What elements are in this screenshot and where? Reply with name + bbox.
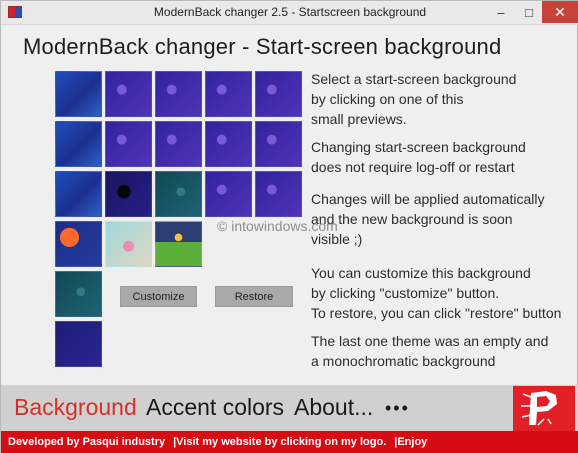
description-select: Select a start-screen background by click… bbox=[311, 71, 517, 127]
background-tile[interactable] bbox=[155, 121, 202, 167]
background-tile[interactable] bbox=[205, 121, 252, 167]
background-tile[interactable] bbox=[105, 121, 152, 167]
footer-visit-site[interactable]: Visit my website by clicking on my logo. bbox=[176, 436, 386, 448]
footer-enjoy: Enjoy bbox=[397, 436, 428, 448]
tab-accent-colors[interactable]: Accent colors bbox=[146, 394, 284, 421]
footer-developed-by: Developed by Pasqui industry bbox=[8, 436, 166, 448]
background-tile[interactable] bbox=[105, 221, 152, 267]
background-tile[interactable] bbox=[55, 271, 102, 317]
description-last-theme: The last one theme was an empty and a mon… bbox=[311, 333, 549, 369]
background-tile[interactable] bbox=[55, 121, 102, 167]
background-tile[interactable] bbox=[205, 171, 252, 217]
maximize-button[interactable]: □ bbox=[515, 1, 543, 23]
background-tile[interactable] bbox=[155, 171, 202, 217]
minimize-icon: – bbox=[497, 4, 505, 20]
background-tile[interactable] bbox=[155, 71, 202, 117]
maximize-icon: □ bbox=[525, 4, 533, 20]
page-title: ModernBack changer - Start-screen backgr… bbox=[23, 34, 502, 59]
close-icon: ✕ bbox=[554, 3, 566, 20]
title-bar[interactable]: ModernBack changer 2.5 - Startscreen bac… bbox=[1, 1, 578, 25]
customize-button[interactable]: Customize bbox=[120, 286, 197, 307]
background-tile[interactable] bbox=[255, 171, 302, 217]
restore-button[interactable]: Restore bbox=[215, 286, 293, 307]
more-options-button[interactable]: ••• bbox=[385, 398, 410, 419]
background-tile[interactable] bbox=[105, 71, 152, 117]
background-tile[interactable] bbox=[255, 121, 302, 167]
developer-logo[interactable] bbox=[513, 386, 575, 431]
background-tile[interactable] bbox=[255, 71, 302, 117]
close-button[interactable]: ✕ bbox=[542, 1, 578, 23]
background-tile[interactable] bbox=[55, 221, 102, 267]
description-no-restart: Changing start-screen background does not… bbox=[311, 139, 526, 175]
p-logo-icon bbox=[521, 391, 557, 426]
app-window: ModernBack changer 2.5 - Startscreen bac… bbox=[0, 0, 578, 453]
background-tile[interactable] bbox=[55, 71, 102, 117]
background-tile[interactable] bbox=[105, 171, 152, 217]
background-tile[interactable] bbox=[205, 71, 252, 117]
background-tile[interactable] bbox=[155, 221, 202, 267]
background-tile[interactable] bbox=[55, 171, 102, 217]
tab-about[interactable]: About... bbox=[294, 394, 373, 421]
tab-background[interactable]: Background bbox=[14, 394, 137, 421]
description-automatic: Changes will be applied automatically and… bbox=[311, 191, 545, 247]
status-footer: Developed by Pasqui industry | Visit my … bbox=[1, 431, 578, 453]
minimize-button[interactable]: – bbox=[487, 1, 515, 23]
watermark-text: © intowindows.com bbox=[217, 218, 338, 234]
background-tile[interactable] bbox=[55, 321, 102, 367]
description-customize: You can customize this background by clic… bbox=[311, 265, 562, 321]
